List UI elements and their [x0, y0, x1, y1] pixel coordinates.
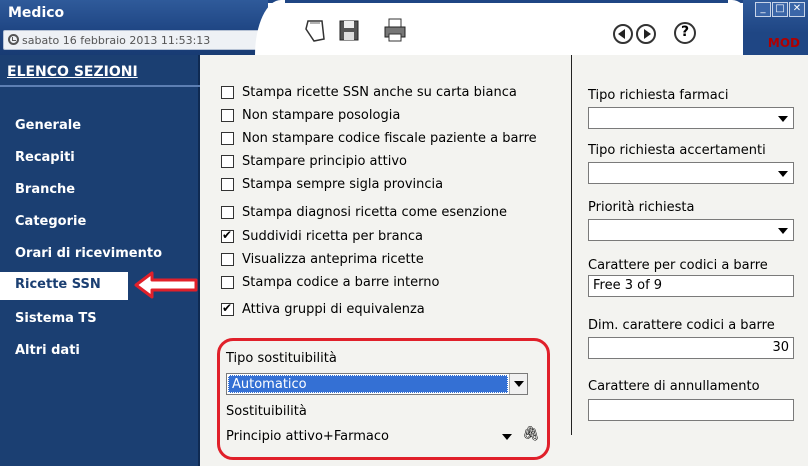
sidebar: ELENCO SEZIONI Generale Recapiti Branche… — [0, 55, 200, 466]
chevron-down-icon[interactable] — [509, 374, 527, 394]
priorita-richiesta-select[interactable] — [588, 219, 794, 241]
title-bar: Medico sabato 16 febbraio 2013 11:53:13 … — [0, 0, 808, 55]
sidebar-item-ricette-ssn[interactable]: Ricette SSN — [0, 272, 128, 300]
annotation-arrow-icon — [134, 271, 198, 299]
chevron-down-icon[interactable] — [502, 434, 512, 440]
tipo-sostituibilita-select[interactable]: Automatico — [226, 373, 528, 395]
checkbox[interactable] — [221, 154, 234, 168]
app-title: Medico — [8, 5, 65, 21]
priorita-richiesta-label: Priorità richiesta — [588, 200, 695, 215]
checkbox-checked[interactable] — [221, 228, 234, 243]
sidebar-item-altri-dati[interactable]: Altri dati — [0, 338, 200, 366]
sostituibilita-value: Principio attivo+Farmaco — [226, 429, 389, 444]
option-row[interactable]: Stampa ricette SSN anche su carta bianca — [221, 83, 517, 101]
option-row[interactable]: Non stampare posologia — [221, 106, 400, 124]
sidebar-header: ELENCO SEZIONI — [7, 64, 138, 80]
sidebar-item-recapiti[interactable]: Recapiti — [0, 145, 200, 173]
barcode-size-field[interactable]: 30 — [588, 337, 794, 359]
sidebar-divider — [0, 85, 200, 87]
sidebar-item-sistema-ts[interactable]: Sistema TS — [0, 306, 200, 334]
chevron-down-icon[interactable] — [778, 171, 788, 177]
option-row[interactable]: Stampa codice a barre interno — [221, 273, 439, 291]
tipo-richiesta-accertamenti-select[interactable] — [588, 162, 794, 184]
cancel-font-label: Carattere di annullamento — [588, 379, 760, 394]
option-row[interactable]: Non stampare codice fiscale paziente a b… — [221, 129, 537, 147]
help-icon[interactable]: ? — [674, 22, 696, 44]
chevron-down-icon[interactable] — [778, 116, 788, 122]
back-icon[interactable] — [613, 24, 633, 44]
tipo-sostituibilita-value: Automatico — [228, 375, 508, 393]
option-label: Stampa codice a barre interno — [242, 274, 440, 290]
checkbox[interactable] — [221, 205, 234, 219]
checkbox[interactable] — [221, 252, 234, 266]
option-label: Stampare principio attivo — [242, 153, 407, 169]
option-row[interactable]: Stampa sempre sigla provincia — [221, 175, 443, 193]
option-label: Stampa sempre sigla provincia — [242, 176, 444, 192]
sidebar-item-generale[interactable]: Generale — [0, 113, 200, 141]
print-icon[interactable] — [382, 17, 408, 43]
option-label: Visualizza anteprima ricette — [242, 251, 424, 267]
tipo-richiesta-farmaci-label: Tipo richiesta farmaci — [588, 88, 729, 103]
option-row[interactable]: Attiva gruppi di equivalenza — [221, 300, 425, 318]
window-controls: _ □ ✕ — [755, 2, 805, 17]
barcode-font-label: Carattere per codici a barre — [588, 258, 768, 273]
maximize-icon[interactable]: □ — [772, 2, 788, 17]
clock-icon — [8, 34, 19, 45]
checkbox[interactable] — [221, 131, 234, 145]
checkbox-checked[interactable] — [221, 301, 234, 316]
option-label: Non stampare codice fiscale paziente a b… — [242, 130, 537, 146]
option-label: Non stampare posologia — [242, 107, 401, 123]
sostituibilita-label: Sostituibilità — [226, 404, 307, 419]
datetime-bar: sabato 16 febbraio 2013 11:53:13 — [3, 30, 265, 50]
checkbox[interactable] — [221, 275, 234, 289]
checkbox[interactable] — [221, 85, 234, 99]
option-row[interactable]: Visualizza anteprima ricette — [221, 250, 424, 268]
cancel-font-field[interactable] — [588, 399, 794, 421]
option-row[interactable]: Stampa diagnosi ricetta come esenzione — [221, 203, 507, 221]
option-row[interactable]: Suddividi ricetta per branca — [221, 227, 423, 245]
checkbox[interactable] — [221, 108, 234, 122]
datetime-text: sabato 16 febbraio 2013 11:53:13 — [22, 34, 211, 47]
option-label: Suddividi ricetta per branca — [242, 228, 423, 244]
tipo-richiesta-accertamenti-label: Tipo richiesta accertamenti — [588, 143, 766, 158]
sidebar-item-categorie[interactable]: Categorie — [0, 209, 200, 237]
sidebar-item-orari[interactable]: Orari di ricevimento — [0, 241, 200, 269]
forward-icon[interactable] — [636, 24, 656, 44]
barcode-font-field[interactable]: Free 3 of 9 — [588, 275, 794, 297]
vertical-separator — [571, 55, 572, 435]
option-label: Attiva gruppi di equivalenza — [242, 301, 425, 317]
close-icon[interactable]: ✕ — [789, 2, 805, 17]
save-icon[interactable] — [336, 17, 362, 43]
barcode-size-label: Dim. carattere codici a barre — [588, 318, 775, 333]
tipo-richiesta-farmaci-select[interactable] — [588, 107, 794, 129]
pin-icon[interactable]: 🖇 — [522, 426, 540, 442]
mode-indicator: MOD — [767, 36, 800, 50]
main-content: Stampa ricette SSN anche su carta bianca… — [202, 55, 808, 466]
minimize-icon[interactable]: _ — [755, 2, 771, 17]
title-left-panel: Medico sabato 16 febbraio 2013 11:53:13 — [0, 0, 268, 55]
option-label: Stampa diagnosi ricetta come esenzione — [242, 204, 508, 220]
sidebar-item-branche[interactable]: Branche — [0, 177, 200, 205]
checkbox[interactable] — [221, 177, 234, 191]
option-row[interactable]: Stampare principio attivo — [221, 152, 407, 170]
tipo-sostituibilita-label: Tipo sostituibilità — [226, 351, 337, 366]
eraser-icon[interactable] — [302, 17, 328, 43]
option-label: Stampa ricette SSN anche su carta bianca — [242, 84, 517, 100]
chevron-down-icon[interactable] — [778, 228, 788, 234]
sostituibilita-select[interactable]: Principio attivo+Farmaco — [222, 425, 512, 449]
